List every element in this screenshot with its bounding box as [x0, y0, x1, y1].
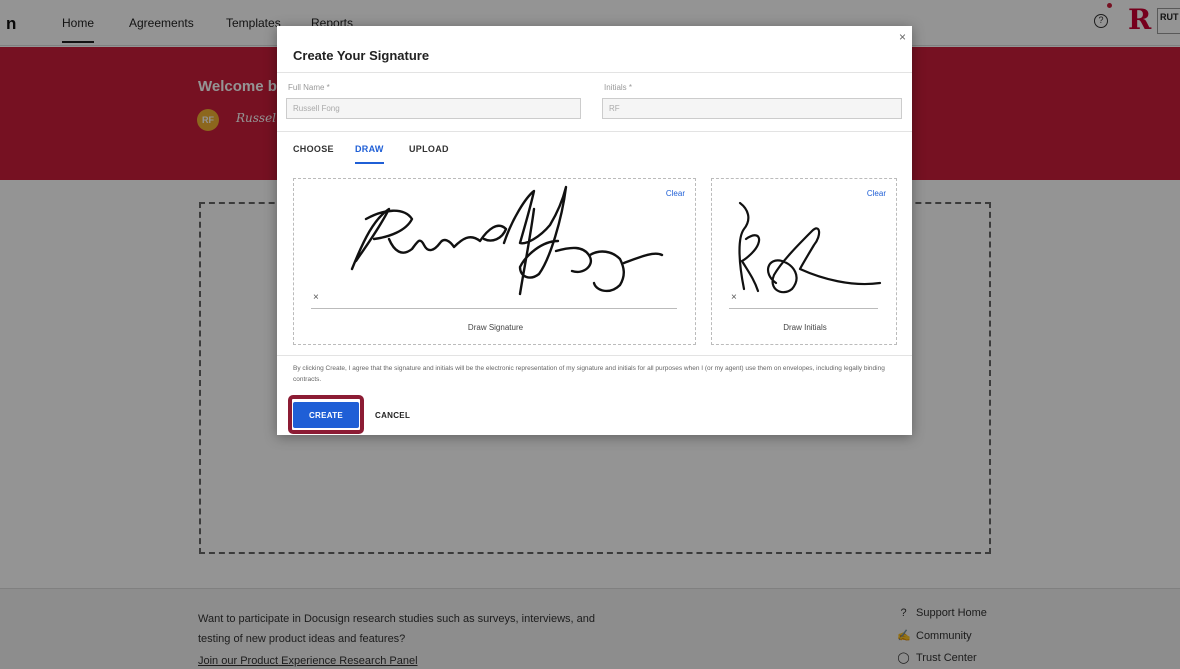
signature-draw-pad[interactable]: Clear × Draw Signature [293, 178, 696, 345]
initials-x-marker: × [731, 292, 737, 303]
divider [277, 355, 912, 356]
initials-caption: Draw Initials [783, 323, 827, 332]
full-name-label: Full Name * [288, 83, 330, 92]
divider [277, 72, 912, 73]
signature-baseline [311, 308, 677, 309]
drawn-signature [350, 185, 664, 296]
dialog-title: Create Your Signature [293, 48, 430, 63]
initials-field[interactable] [602, 98, 902, 119]
tab-draw[interactable]: DRAW [355, 144, 384, 164]
tab-choose[interactable]: CHOOSE [293, 144, 334, 154]
signature-caption: Draw Signature [467, 323, 524, 332]
initials-draw-pad[interactable]: Clear × Draw Initials [711, 178, 897, 345]
create-signature-dialog: Create Your Signature × Full Name * Init… [277, 26, 912, 435]
initials-baseline [729, 308, 878, 309]
signature-x-marker: × [313, 292, 319, 303]
close-icon[interactable]: × [899, 30, 906, 44]
tab-upload[interactable]: UPLOAD [409, 144, 449, 154]
cancel-button[interactable]: CANCEL [375, 402, 410, 428]
full-name-field[interactable] [286, 98, 581, 119]
divider [277, 131, 912, 132]
agreement-text: By clicking Create, I agree that the sig… [293, 365, 885, 383]
drawn-initials [738, 201, 882, 294]
create-button[interactable]: CREATE [293, 402, 359, 428]
initials-label: Initials * [604, 83, 633, 92]
